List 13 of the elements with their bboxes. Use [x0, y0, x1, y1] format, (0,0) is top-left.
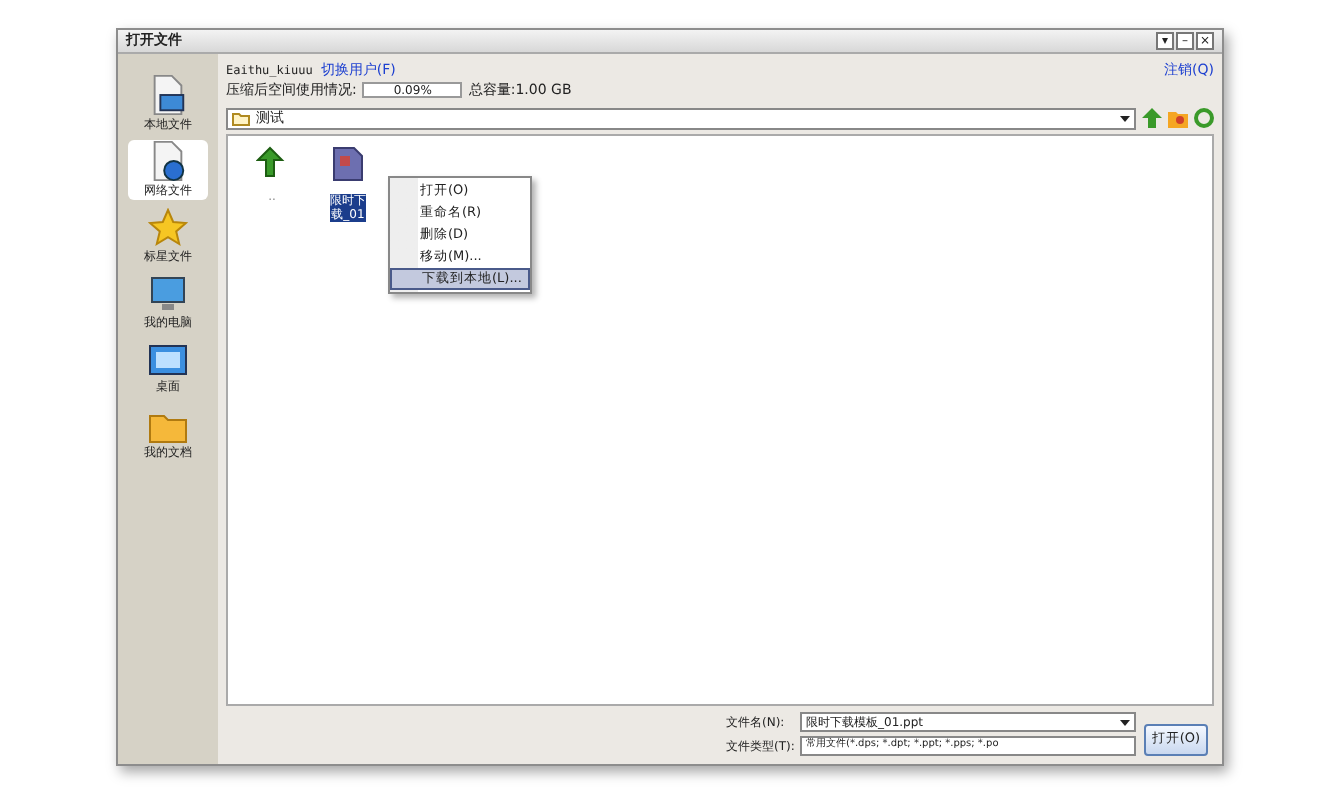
document-icon: [332, 146, 364, 182]
monitor-icon: [148, 273, 188, 313]
new-folder-icon[interactable]: [1168, 108, 1188, 128]
refresh-icon[interactable]: [1194, 108, 1214, 128]
caret-icon: [1120, 115, 1130, 121]
up-arrow-icon[interactable]: [1142, 108, 1162, 128]
globe-file-icon: [148, 140, 188, 182]
caret-icon: [1120, 719, 1130, 725]
desktop-icon: [148, 341, 188, 377]
folder-icon: [232, 111, 250, 125]
star-icon: [148, 207, 188, 247]
up-arrow-icon: [256, 146, 288, 178]
computer-file-icon: [148, 74, 188, 116]
